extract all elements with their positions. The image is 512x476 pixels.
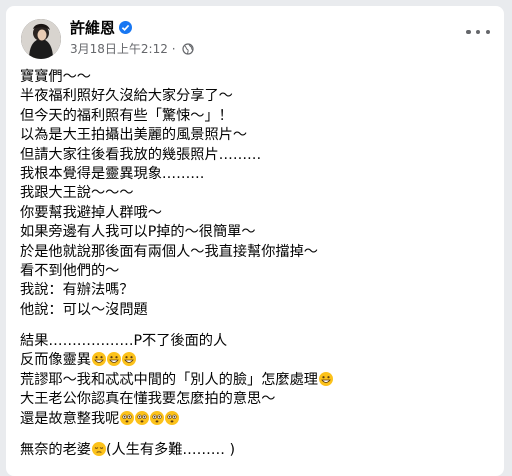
post-line: 還是故意整我呢 — [20, 410, 490, 429]
meta-separator: · — [171, 42, 176, 56]
post-card: 許維恩 3月18日上午2:12 · 寶寶們～～ 半夜福利照好久沒給大家分享了～ 但今… — [6, 6, 504, 476]
post-line: 我說：有辦法嗎？ — [20, 282, 134, 299]
post-line: 如果旁邊有人我可以P掉的～很簡單～ — [20, 224, 256, 241]
post-line: 看不到他們的～ — [20, 262, 120, 279]
post-line: 半夜福利照好久沒給大家分享了～ — [20, 88, 233, 105]
post-paragraph-1: 寶寶們～～ 半夜福利照好久沒給大家分享了～ 但今天的福利照有些「驚悚～」！ 以為是大王… — [20, 68, 490, 320]
post-line: 你要幫我避掉人群哦～ — [20, 204, 162, 221]
flushed-face-icon — [165, 410, 180, 425]
more-options-icon[interactable] — [466, 28, 490, 36]
flushed-face-icon — [150, 410, 165, 425]
post-line: 反而像靈異 — [20, 351, 490, 370]
post-line: 荒謬耶～我和忒忒中間的「別人的臉」怎麼處理 — [20, 371, 490, 390]
post-line: 我跟大王說～～～ — [20, 185, 134, 202]
globe-icon — [182, 43, 194, 58]
flushed-face-icon — [120, 410, 135, 425]
post-line: 於是他就說那後面有兩個人～我直接幫你擋掉～ — [20, 243, 318, 260]
author-name[interactable]: 許維恩 — [70, 19, 115, 37]
post-line: 結果………………P不了後面的人 — [20, 333, 228, 350]
post-header: 許維恩 — [70, 17, 133, 38]
avatar[interactable] — [21, 19, 61, 59]
grinning-face-icon — [106, 352, 121, 367]
post-line: 無奈的老婆 (人生有多難……… ) — [20, 442, 236, 459]
pensive-face-icon — [91, 442, 106, 457]
post-timestamp[interactable]: 3月18日上午2:12 — [70, 42, 168, 56]
post-line: 但請大家往後看我放的幾張照片……… — [20, 146, 262, 163]
post-line: 以為是大王拍攝出美麗的風景照片～ — [20, 127, 248, 144]
grinning-face-icon — [121, 352, 136, 367]
post-line: 但今天的福利照有些「驚悚～」！ — [20, 107, 233, 124]
flushed-face-icon — [135, 410, 150, 425]
post-line: 他說：可以～沒問題 — [20, 301, 148, 318]
post-line: 寶寶們～～ — [20, 69, 91, 85]
post-line: 大王老公你認真在懂我要怎麼拍的意思～ — [20, 391, 276, 408]
post-line: 我根本覺得是靈異現象……… — [20, 165, 205, 182]
post-body: 寶寶們～～ 半夜福利照好久沒給大家分享了～ 但今天的福利照有些「驚悚～」！ 以為是大王… — [20, 68, 490, 460]
grinning-face-icon — [318, 371, 333, 386]
verified-badge-icon — [119, 21, 133, 34]
grinning-face-icon — [91, 352, 106, 367]
post-meta: 3月18日上午2:12 · — [70, 40, 194, 58]
